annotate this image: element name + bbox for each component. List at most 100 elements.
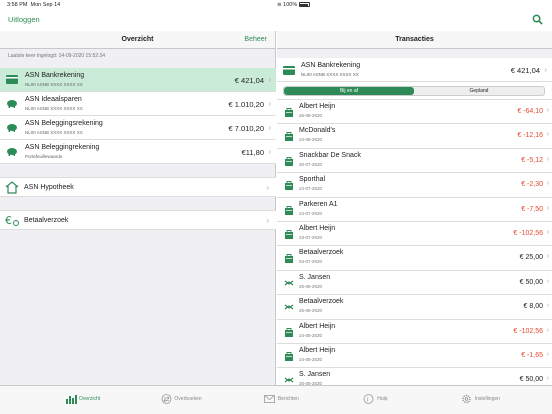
account-balance: € 421,04: [510, 66, 540, 75]
tab-hulp[interactable]: i Hulp: [331, 386, 441, 414]
logout-button[interactable]: Uitloggen: [8, 15, 40, 24]
transaction-date: 24-06-2020: [299, 332, 323, 338]
transaction-row[interactable]: Betaalverzoek 04-07-2020 € 25,00 ›: [277, 246, 552, 271]
transaction-row[interactable]: Albert Heijn 24-06-2020 € -1,65 ›: [277, 344, 552, 369]
transaction-date: 23-07-2020: [299, 234, 323, 240]
chevron-right-icon: ›: [546, 131, 549, 139]
transaction-amount: € -5,12: [521, 156, 543, 164]
euro-request-icon: €: [5, 214, 19, 227]
transaction-date: 26-06-2020: [299, 308, 323, 314]
account-row-ideaalsparen[interactable]: ASN Ideaalsparen NL00 ASNB XXXX XXXX XX …: [0, 92, 276, 116]
transaction-name: Albert Heijn: [299, 346, 336, 354]
transaction-amount: € 50,00: [519, 376, 543, 384]
transaction-name: Snackbar De Snack: [299, 151, 361, 159]
top-navigation: Uitloggen: [0, 10, 552, 30]
piggy-bank-icon: [7, 100, 17, 108]
transaction-date: 25-06-2020: [299, 283, 323, 289]
tab-bar: Overzicht Overboeken Berichten i Hulp In…: [0, 385, 552, 414]
payment-request-row[interactable]: € Betaalverzoek ›: [0, 210, 276, 230]
transfer-arrows-icon: [284, 377, 294, 383]
transaction-amount: € -102,56: [513, 229, 543, 237]
segment-gepland[interactable]: Gepland: [414, 87, 544, 95]
chevron-right-icon: ›: [546, 302, 549, 310]
transaction-amount: € -1,65: [521, 351, 543, 359]
transaction-amount: € -64,10: [517, 108, 543, 115]
overview-title: Overzicht: [121, 36, 154, 43]
tab-overzicht[interactable]: Overzicht: [0, 386, 110, 414]
mortgage-row[interactable]: ASN Hypotheek ›: [0, 177, 276, 197]
account-row-beleggingrekening[interactable]: ASN Beleggingrekening Portefeuillewaarde…: [0, 140, 276, 164]
gear-icon: [461, 394, 471, 404]
transfer-icon: [162, 394, 172, 404]
account-balance: €11,80: [241, 148, 264, 157]
transfer-arrows-icon: [284, 280, 294, 286]
chevron-right-icon: ›: [546, 180, 549, 188]
svg-text:€: €: [5, 214, 12, 227]
transaction-row[interactable]: Albert Heijn 24-06-2020 € -102,56 ›: [277, 320, 552, 344]
transaction-row[interactable]: Parkeren A1 24-07-2020 € -7,50 ›: [277, 198, 552, 222]
transaction-date: 24-06-2020: [299, 356, 323, 362]
transaction-amount: € -7,50: [521, 205, 543, 213]
shopping-bag-icon: [285, 205, 293, 215]
shopping-bag-icon: [285, 351, 293, 361]
overview-header: Overzicht Beheer: [0, 31, 275, 49]
shopping-bag-icon: [285, 254, 293, 264]
transaction-name: McDonald's: [299, 127, 336, 135]
shopping-bag-icon: [285, 181, 293, 191]
chevron-right-icon: ›: [268, 99, 271, 108]
wifi-icon: ≋: [277, 2, 282, 8]
search-icon[interactable]: [532, 14, 543, 25]
transaction-row[interactable]: McDonald's 24-08-2020 € -12,16 ›: [277, 124, 552, 149]
transaction-date: 30-07-2020: [299, 161, 323, 167]
status-bar: 3:58 PM Mon Sep 14 ≋ 100%: [0, 0, 552, 356]
transaction-row[interactable]: S. Jansen 25-06-2020 € 50,00 ›: [277, 271, 552, 296]
account-balance: € 7.010,20: [228, 124, 264, 133]
transaction-row[interactable]: Betaalverzoek 26-06-2020 € 8,00 ›: [277, 295, 552, 320]
transaction-row[interactable]: Albert Heijn 26-08-2020 € -64,10 ›: [277, 100, 552, 125]
account-row-bankrekening[interactable]: ASN Bankrekening NL00 ASNB XXXX XXXX XX …: [0, 68, 276, 92]
chevron-right-icon: ›: [546, 204, 549, 212]
tab-label: Overboeken: [174, 396, 202, 402]
transaction-amount: € 25,00: [519, 254, 543, 262]
selected-account-summary[interactable]: ASN Bankrekening NL00 ASNB XXXX XXXX XX …: [277, 58, 552, 82]
tab-overboeken[interactable]: Overboeken: [110, 386, 220, 414]
transaction-row[interactable]: Snackbar De Snack 30-07-2020 € -5,12 ›: [277, 149, 552, 174]
chevron-right-icon: ›: [546, 350, 549, 358]
transactions-title: Transacties: [395, 36, 434, 43]
chevron-right-icon: ›: [546, 277, 549, 285]
transaction-amount: € 50,00: [519, 278, 543, 286]
account-number: NL00 ASNB XXXX XXXX XX: [25, 82, 83, 87]
chevron-right-icon: ›: [268, 75, 271, 84]
account-balance: € 1.010,20: [228, 100, 264, 109]
segmented-control: Bij en af Gepland: [277, 82, 552, 100]
help-icon: i: [363, 394, 374, 404]
transaction-row[interactable]: S. Jansen 25-06-2020 € 50,00 ›: [277, 368, 552, 385]
transaction-name: Sporthal: [299, 176, 326, 184]
account-number: NL00 ASNB XXXX XXXX XX: [25, 130, 83, 135]
transaction-row[interactable]: Sporthal 24-07-2020 € -2,30 ›: [277, 173, 552, 198]
tab-label: Berichten: [277, 396, 299, 402]
battery-percentage: 100%: [283, 2, 298, 8]
shopping-bag-icon: [285, 156, 293, 166]
transactions-header: Transacties: [277, 31, 552, 49]
manage-button[interactable]: Beheer: [244, 36, 267, 43]
shopping-bag-icon: [285, 327, 293, 337]
account-row-beleggingsrekening[interactable]: ASN Beleggingsrekening NL00 ASNB XXXX XX…: [0, 116, 276, 140]
house-icon: [5, 181, 19, 194]
account-number: Portefeuillewaarde: [25, 154, 63, 159]
segment-bij-en-af[interactable]: Bij en af: [284, 87, 414, 95]
tab-instellingen[interactable]: Instellingen: [442, 386, 552, 414]
tab-berichten[interactable]: Berichten: [221, 386, 331, 414]
account-name: ASN Ideaalsparen: [25, 96, 82, 103]
transaction-name: Betaalverzoek: [299, 298, 344, 306]
transaction-date: 26-08-2020: [299, 113, 323, 118]
chevron-right-icon: ›: [266, 216, 269, 225]
transaction-name: S. Jansen: [299, 371, 331, 379]
transaction-name: S. Jansen: [299, 273, 331, 281]
transaction-date: 24-07-2020: [299, 186, 323, 192]
payment-request-label: Betaalverzoek: [24, 217, 69, 224]
bank-card-icon: [6, 75, 18, 84]
chevron-right-icon: ›: [546, 228, 549, 236]
chevron-right-icon: ›: [268, 147, 271, 156]
transaction-row[interactable]: Albert Heijn 23-07-2020 € -102,56 ›: [277, 222, 552, 247]
